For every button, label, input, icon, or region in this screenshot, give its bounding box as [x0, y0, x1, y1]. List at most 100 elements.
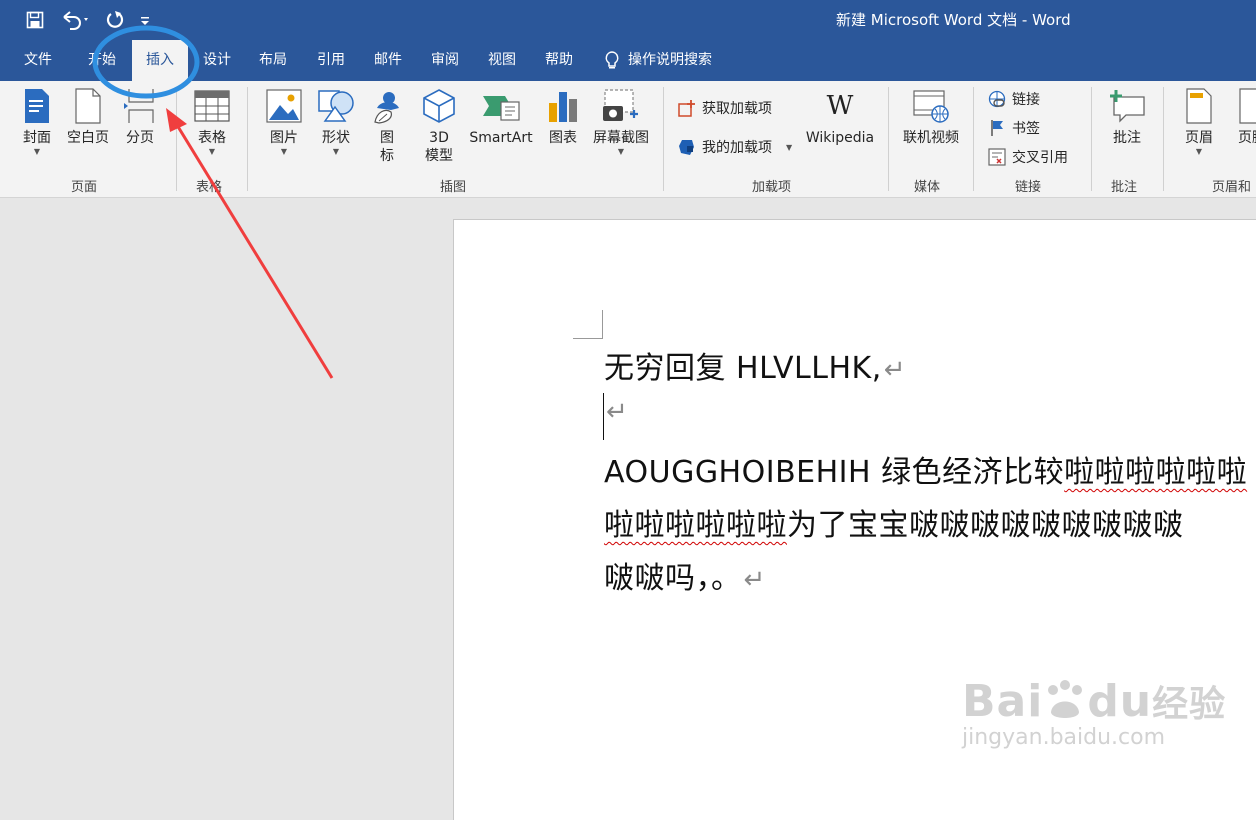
icons-icon: [369, 87, 405, 125]
cover-page-icon: [23, 87, 51, 125]
3d-model-label-line2: 模型: [425, 148, 453, 164]
screenshot-label: 屏幕截图: [593, 130, 649, 146]
tab-layout[interactable]: 布局: [248, 40, 298, 81]
screenshot-button[interactable]: 屏幕截图 ▼: [590, 87, 652, 157]
table-button[interactable]: 表格 ▼: [190, 87, 234, 157]
footer-label: 页脚: [1238, 130, 1256, 146]
table-icon: [194, 87, 230, 125]
bookmark-icon: [991, 120, 1003, 136]
group-divider: [973, 87, 974, 191]
online-video-icon: [912, 87, 950, 125]
chart-label: 图表: [549, 130, 577, 146]
tab-references[interactable]: 引用: [306, 40, 356, 81]
group-divider: [176, 87, 177, 191]
icons-label-line2: 标: [380, 148, 394, 164]
header-button[interactable]: 页眉 ▼: [1176, 87, 1222, 157]
bookmark-button[interactable]: 书签: [988, 118, 1040, 138]
my-addins-icon: [679, 140, 694, 155]
doc-line-5[interactable]: 啵啵吗，。↵: [604, 553, 766, 597]
tab-file[interactable]: 文件: [14, 40, 62, 81]
document-title: 新建 Microsoft Word 文档 - Word: [836, 11, 1071, 29]
3d-model-label-line1: 3D: [429, 130, 449, 146]
margin-corner-mark: [573, 310, 603, 339]
cover-page-button[interactable]: 封面 ▼: [16, 87, 58, 157]
tab-design[interactable]: 设计: [192, 40, 242, 81]
pictures-label: 图片: [270, 130, 298, 146]
smartart-button[interactable]: SmartArt: [466, 87, 536, 147]
ribbon-tabs: 文件 开始 插入 设计 布局 引用 邮件 审阅 视图 帮助 操作说明搜索: [0, 40, 1256, 81]
smartart-label: SmartArt: [469, 130, 533, 146]
undo-icon[interactable]: [58, 8, 92, 32]
online-video-label: 联机视频: [903, 130, 959, 146]
watermark-brand-cn: 经验: [1152, 684, 1227, 725]
tell-me-label: 操作说明搜索: [628, 52, 712, 68]
tab-view[interactable]: 视图: [477, 40, 527, 81]
chevron-down-icon: ▼: [33, 147, 41, 156]
header-icon: [1185, 87, 1213, 125]
blank-page-button[interactable]: 空白页: [64, 87, 112, 147]
tab-insert[interactable]: 插入: [132, 40, 188, 81]
tab-help[interactable]: 帮助: [534, 40, 584, 81]
customize-qat-icon[interactable]: [138, 8, 152, 32]
wikipedia-label: Wikipedia: [805, 130, 875, 146]
get-addins-button[interactable]: 获取加载项: [678, 98, 772, 118]
my-addins-button[interactable]: 我的加载项 ▼: [678, 137, 792, 157]
new-comment-button[interactable]: 批注: [1104, 87, 1150, 147]
shapes-button[interactable]: 形状 ▼: [314, 87, 358, 157]
doc-line-3[interactable]: AOUGGHOIBEHIH 绿色经济比较啦啦啦啦啦啦: [604, 447, 1247, 491]
icons-button[interactable]: 图标: [366, 87, 408, 165]
footer-icon: [1238, 87, 1256, 125]
header-footer-group-label: 页眉和: [1212, 180, 1252, 195]
cross-reference-button[interactable]: 交叉引用: [988, 147, 1068, 167]
new-comment-label: 批注: [1113, 130, 1141, 146]
ribbon-insert: 封面 ▼ 空白页 分页 页面 表格 ▼ 表格 图片 ▼ 形状 ▼ 图 标 3D …: [0, 81, 1256, 198]
tell-me-search[interactable]: 操作说明搜索: [604, 40, 744, 81]
icons-label-line1: 图: [380, 130, 394, 146]
wikipedia-button[interactable]: W Wikipedia: [802, 87, 878, 147]
blank-page-label: 空白页: [67, 130, 109, 146]
addins-group-label: 加载项: [752, 180, 792, 195]
tab-home[interactable]: 开始: [76, 40, 128, 81]
3d-model-button[interactable]: 3D 模型: [418, 87, 460, 165]
store-plus-icon: [678, 100, 695, 117]
title-bar: 新建 Microsoft Word 文档 - Word: [0, 0, 1256, 40]
page-break-label: 分页: [126, 130, 154, 146]
doc-line-1-text: 无穷回复 HLVLLHK,: [604, 351, 882, 386]
link-icon: [988, 90, 1006, 108]
chevron-down-icon: ▼: [332, 147, 340, 156]
doc-line-5-text: 啵啵吗，。: [604, 561, 742, 596]
baidu-jingyan-watermark: Bai du经验 jingyan.baidu.com: [962, 675, 1226, 750]
my-addins-label: 我的加载项: [702, 140, 772, 156]
watermark-brand-text: Bai: [962, 676, 1044, 727]
watermark-url: jingyan.baidu.com: [962, 725, 1166, 750]
tab-review[interactable]: 审阅: [420, 40, 470, 81]
link-button[interactable]: 链接: [988, 89, 1040, 109]
tab-mailings[interactable]: 邮件: [363, 40, 413, 81]
link-label: 链接: [1012, 92, 1040, 108]
media-group-label: 媒体: [914, 180, 941, 195]
save-icon[interactable]: [22, 8, 48, 32]
paragraph-mark: ↵: [743, 565, 766, 595]
watermark-brand: Bai du经验: [962, 675, 1226, 727]
doc-line-1[interactable]: 无穷回复 HLVLLHK,↵: [604, 343, 906, 387]
group-divider: [888, 87, 889, 191]
paragraph-mark: ↵: [883, 355, 907, 385]
links-group-label: 链接: [1015, 180, 1042, 195]
chart-icon: [546, 87, 580, 125]
smartart-icon: [481, 87, 521, 125]
pictures-button[interactable]: 图片 ▼: [262, 87, 306, 157]
chart-button[interactable]: 图表: [542, 87, 584, 147]
page-break-button[interactable]: 分页: [118, 87, 162, 147]
redo-icon[interactable]: [102, 8, 128, 32]
tables-group-label: 表格: [196, 180, 223, 195]
doc-line-2[interactable]: ↵: [604, 393, 628, 428]
footer-button[interactable]: 页脚: [1232, 87, 1256, 147]
chevron-down-icon: ▼: [208, 147, 216, 156]
blank-page-icon: [74, 87, 102, 125]
quick-access-toolbar: [22, 8, 152, 32]
spelling-error-text: 啦啦啦啦啦啦: [604, 508, 787, 543]
online-video-button[interactable]: 联机视频: [898, 87, 964, 147]
shapes-icon: [317, 87, 355, 125]
doc-line-4[interactable]: 啦啦啦啦啦啦为了宝宝啵啵啵啵啵啵啵啵啵: [604, 500, 1184, 544]
icons-label: 图标: [380, 129, 394, 165]
